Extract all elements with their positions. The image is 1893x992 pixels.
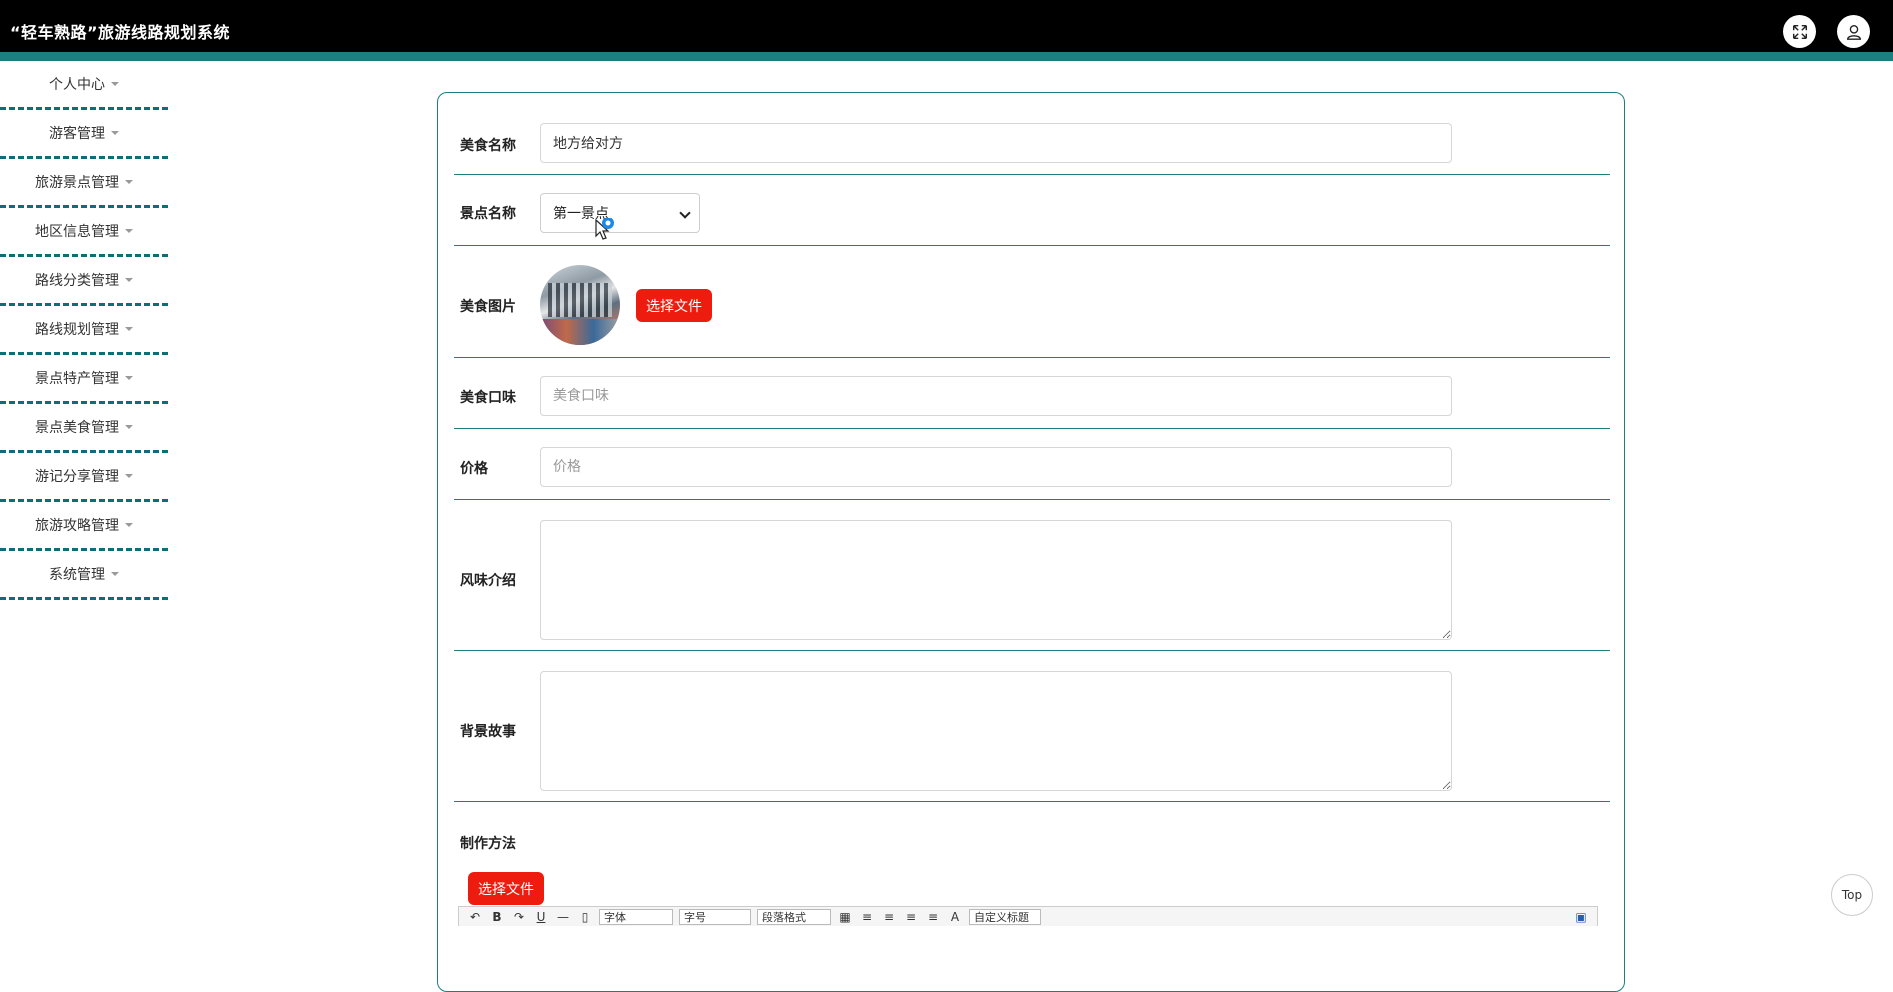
align-right-icon[interactable]: ≡: [881, 910, 897, 924]
caret-down-icon: [125, 327, 133, 331]
spot-name-row: 景点名称 第一景点: [454, 175, 1610, 246]
font-size-select[interactable]: 字号: [679, 908, 751, 925]
font-color-icon[interactable]: A: [947, 910, 963, 924]
paragraph-format-select[interactable]: 段落格式: [757, 908, 831, 925]
caret-down-icon: [125, 523, 133, 527]
bold-icon[interactable]: B: [489, 910, 505, 924]
food-name-label: 美食名称: [460, 138, 516, 154]
sidebar-item-tourist-management[interactable]: 游客管理: [0, 110, 168, 159]
caret-down-icon: [111, 572, 119, 576]
background-story-label: 背景故事: [460, 724, 516, 740]
user-icon: [1846, 24, 1861, 40]
sidebar-item-travelogue-management[interactable]: 游记分享管理: [0, 453, 168, 502]
taste-row: 美食口味: [454, 358, 1610, 429]
caret-down-icon: [125, 278, 133, 282]
table-icon[interactable]: ▦: [837, 910, 853, 924]
align-center-icon[interactable]: ≡: [903, 910, 919, 924]
method-choose-file-button[interactable]: 选择文件: [468, 872, 544, 905]
preview-icon[interactable]: ▣: [1573, 910, 1589, 924]
sidebar-item-label: 景点美食管理: [35, 420, 119, 436]
sidebar-item-label: 景点特产管理: [35, 371, 119, 387]
food-name-input[interactable]: [540, 123, 1452, 163]
price-input[interactable]: [540, 447, 1452, 487]
custom-title-label: 自定义标题: [974, 910, 1029, 924]
sidebar-item-route-planning-management[interactable]: 路线规划管理: [0, 306, 168, 355]
sidebar-item-label: 游客管理: [49, 126, 105, 142]
horizontal-rule-icon[interactable]: —: [555, 910, 571, 924]
flavor-intro-textarea[interactable]: [540, 520, 1452, 640]
caret-down-icon: [111, 131, 119, 135]
sidebar-item-scenic-spot-management[interactable]: 旅游景点管理: [0, 159, 168, 208]
align-left-icon[interactable]: ≡: [859, 910, 875, 924]
spot-name-select[interactable]: 第一景点: [540, 193, 700, 233]
caret-down-icon: [125, 229, 133, 233]
sidebar-item-specialty-management[interactable]: 景点特产管理: [0, 355, 168, 404]
mouse-cursor-icon: [595, 218, 614, 240]
flavor-intro-row: 风味介绍: [454, 500, 1610, 651]
food-image-thumbnail: [540, 265, 620, 345]
expand-icon: [1792, 24, 1807, 39]
sidebar-item-label: 游记分享管理: [35, 469, 119, 485]
header-accent-bar: [0, 52, 1893, 61]
food-image-label: 美食图片: [460, 299, 516, 315]
sidebar-item-label: 旅游景点管理: [35, 175, 119, 191]
top-bar: “轻车熟路”旅游线路规划系统: [0, 0, 1893, 52]
font-size-label: 字号: [684, 910, 706, 924]
taste-input[interactable]: [540, 376, 1452, 416]
document-icon[interactable]: ▯: [577, 910, 593, 924]
caret-down-icon: [125, 474, 133, 478]
flavor-intro-label: 风味介绍: [460, 573, 516, 589]
sidebar-item-label: 个人中心: [49, 77, 105, 93]
chevron-down-icon: [679, 207, 691, 219]
sidebar-item-label: 旅游攻略管理: [35, 518, 119, 534]
sidebar-item-region-management[interactable]: 地区信息管理: [0, 208, 168, 257]
custom-title-select[interactable]: 自定义标题: [969, 908, 1041, 925]
caret-down-icon: [125, 180, 133, 184]
caret-down-icon: [125, 376, 133, 380]
price-row: 价格: [454, 429, 1610, 500]
user-button[interactable]: [1837, 15, 1870, 48]
spot-name-label: 景点名称: [460, 206, 516, 222]
food-image-row: 美食图片 选择文件: [454, 246, 1610, 358]
caret-down-icon: [125, 425, 133, 429]
rich-text-toolbar: ↶ B ↷ U — ▯ 字体 字号 段落格式 ▦ ≡ ≡ ≡ ≡ A 自定义标题…: [458, 906, 1598, 926]
undo-icon[interactable]: ↶: [467, 910, 483, 924]
sidebar-item-route-category-management[interactable]: 路线分类管理: [0, 257, 168, 306]
sidebar-item-system-management[interactable]: 系统管理: [0, 551, 168, 600]
background-story-row: 背景故事: [454, 651, 1610, 802]
sidebar-item-label: 系统管理: [49, 567, 105, 583]
sidebar-item-label: 路线规划管理: [35, 322, 119, 338]
price-label: 价格: [460, 461, 488, 477]
sidebar-item-food-management[interactable]: 景点美食管理: [0, 404, 168, 453]
sidebar-item-label: 地区信息管理: [35, 224, 119, 240]
background-story-textarea[interactable]: [540, 671, 1452, 791]
fullscreen-button[interactable]: [1783, 15, 1816, 48]
caret-down-icon: [111, 82, 119, 86]
underline-icon[interactable]: U: [533, 910, 549, 924]
paragraph-format-label: 段落格式: [762, 910, 806, 924]
font-family-label: 字体: [604, 910, 626, 924]
taste-label: 美食口味: [460, 390, 516, 406]
method-label: 制作方法: [460, 836, 516, 852]
sidebar-item-personal-center[interactable]: 个人中心: [0, 61, 168, 110]
font-family-select[interactable]: 字体: [599, 908, 673, 925]
redo-icon[interactable]: ↷: [511, 910, 527, 924]
sidebar: 个人中心 游客管理 旅游景点管理 地区信息管理 路线分类管理 路线规划管理 景点…: [0, 61, 168, 600]
sidebar-item-label: 路线分类管理: [35, 273, 119, 289]
food-name-row: 美食名称: [454, 93, 1610, 175]
food-image-choose-file-button[interactable]: 选择文件: [636, 289, 712, 322]
align-justify-icon[interactable]: ≡: [925, 910, 941, 924]
app-title: “轻车熟路”旅游线路规划系统: [10, 23, 231, 42]
back-to-top-button[interactable]: Top: [1831, 874, 1873, 916]
sidebar-item-guide-management[interactable]: 旅游攻略管理: [0, 502, 168, 551]
